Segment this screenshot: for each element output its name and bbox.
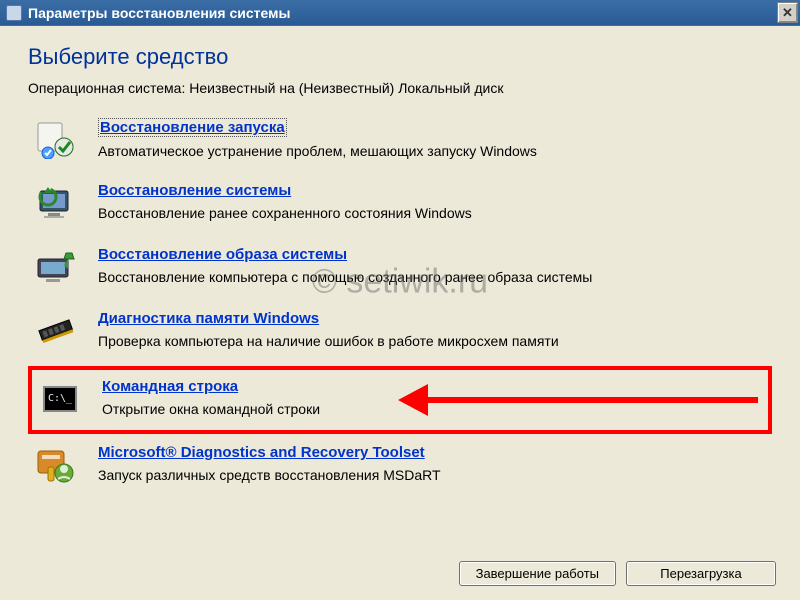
system-restore-desc: Восстановление ранее сохраненного состоя… <box>98 205 768 221</box>
footer-buttons: Завершение работы Перезагрузка <box>459 561 776 586</box>
window-title: Параметры восстановления системы <box>28 5 777 21</box>
memory-diagnostic-link[interactable]: Диагностика памяти Windows <box>98 310 319 327</box>
tool-command-prompt: C:\_ Командная строка Открытие окна кома… <box>28 366 772 434</box>
tool-system-restore: Восстановление системы Восстановление ра… <box>28 174 772 234</box>
system-restore-link[interactable]: Восстановление системы <box>98 182 291 199</box>
image-recovery-icon <box>32 246 80 288</box>
startup-repair-icon <box>32 118 80 160</box>
msdart-icon <box>32 444 80 486</box>
highlight-arrow <box>398 384 758 416</box>
memory-diagnostic-desc: Проверка компьютера на наличие ошибок в … <box>98 333 768 349</box>
tools-list: Восстановление запуска Автоматическое ус… <box>28 110 772 496</box>
arrow-head-icon <box>398 384 428 416</box>
command-prompt-link[interactable]: Командная строка <box>102 378 238 395</box>
close-button[interactable]: ✕ <box>777 2 798 23</box>
svg-text:C:\_: C:\_ <box>48 393 73 404</box>
content-area: Выберите средство Операционная система: … <box>0 26 800 516</box>
tool-image-recovery: Восстановление образа системы Восстановл… <box>28 238 772 298</box>
msdart-link[interactable]: Microsoft® Diagnostics and Recovery Tool… <box>98 444 425 461</box>
command-prompt-icon: C:\_ <box>36 378 84 420</box>
msdart-desc: Запуск различных средств восстановления … <box>98 467 768 483</box>
close-icon: ✕ <box>782 5 793 21</box>
tool-msdart: Microsoft® Diagnostics and Recovery Tool… <box>28 436 772 496</box>
system-restore-icon <box>32 182 80 224</box>
tool-memory-diagnostic: Диагностика памяти Windows Проверка комп… <box>28 302 772 362</box>
arrow-line <box>428 397 758 403</box>
startup-repair-link[interactable]: Восстановление запуска <box>98 118 287 137</box>
restart-button[interactable]: Перезагрузка <box>626 561 776 586</box>
tool-startup-repair: Восстановление запуска Автоматическое ус… <box>28 110 772 170</box>
memory-diagnostic-icon <box>32 310 80 352</box>
image-recovery-desc: Восстановление компьютера с помощью созд… <box>98 269 768 285</box>
shutdown-button[interactable]: Завершение работы <box>459 561 616 586</box>
titlebar: Параметры восстановления системы ✕ <box>0 0 800 26</box>
os-info-line: Операционная система: Неизвестный на (Не… <box>28 80 772 96</box>
image-recovery-link[interactable]: Восстановление образа системы <box>98 246 347 263</box>
app-icon <box>6 5 22 21</box>
startup-repair-desc: Автоматическое устранение проблем, мешаю… <box>98 143 768 159</box>
page-heading: Выберите средство <box>28 44 772 70</box>
